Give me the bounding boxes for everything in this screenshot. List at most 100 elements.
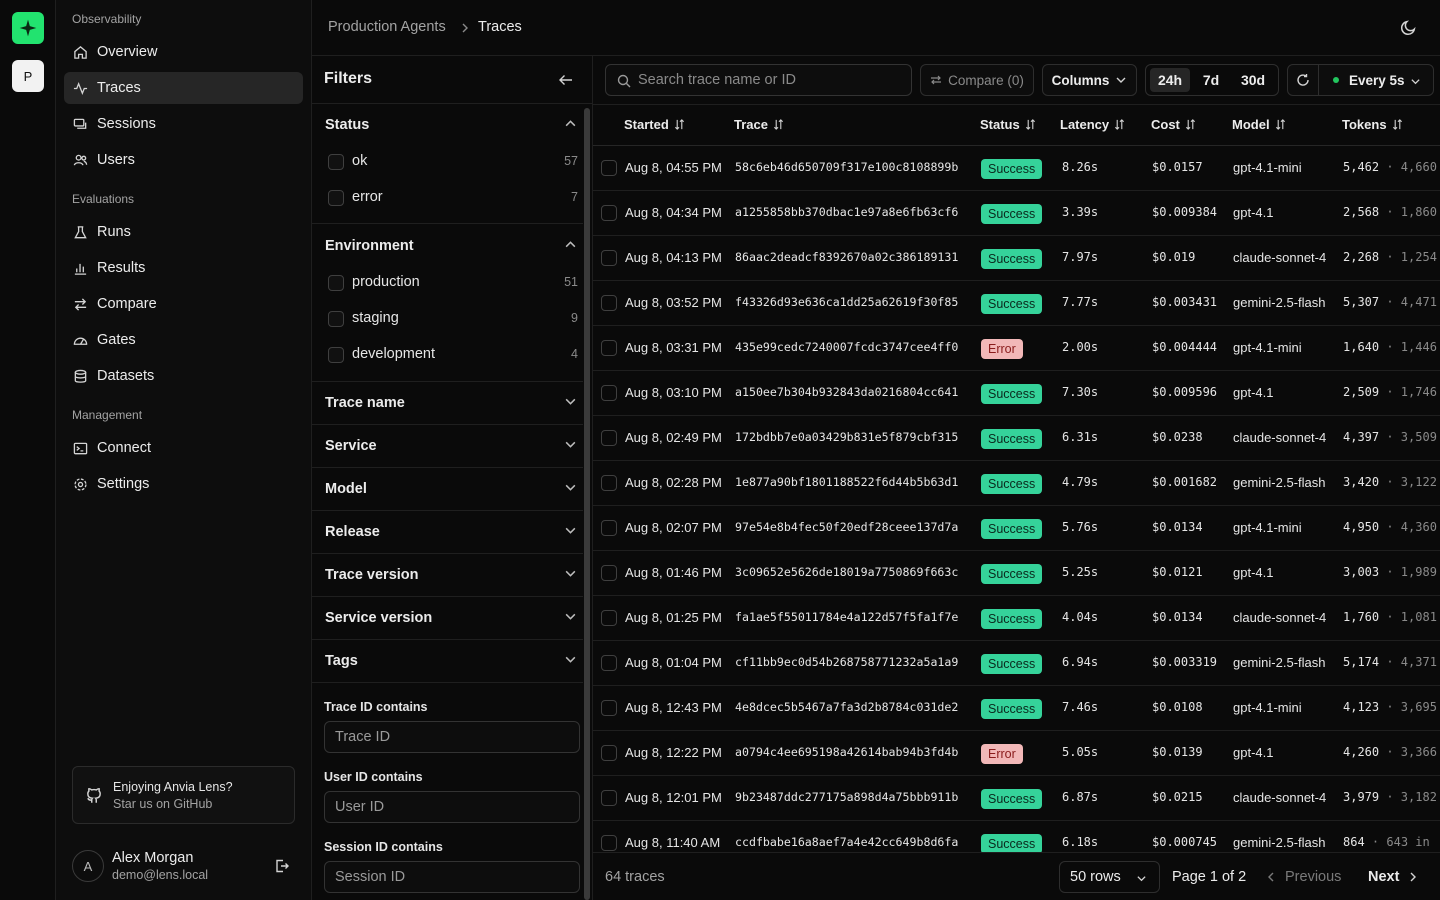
filter-group-model[interactable]: Model xyxy=(325,481,367,497)
chevron-down-icon[interactable] xyxy=(564,395,577,408)
table-row[interactable]: Aug 8, 01:46 PM 3c09652e5626de18019a77508… xyxy=(593,551,1440,596)
column-header-status[interactable]: Status xyxy=(980,117,1036,132)
row-checkbox[interactable] xyxy=(601,745,617,761)
sidebar-item-runs[interactable]: Runs xyxy=(64,216,303,248)
filter-option-production[interactable]: production 51 xyxy=(328,273,578,293)
search-input[interactable] xyxy=(638,65,908,95)
user-id-input[interactable] xyxy=(324,791,580,823)
filter-group-release[interactable]: Release xyxy=(325,524,380,540)
table-row[interactable]: Aug 8, 11:40 AM ccdfbabe16a8aef7a4e42cc64… xyxy=(593,821,1440,852)
filter-group-status[interactable]: Status xyxy=(325,117,369,133)
table-row[interactable]: Aug 8, 01:04 PM cf11bb9ec0d54b26875877123… xyxy=(593,641,1440,686)
table-row[interactable]: Aug 8, 02:07 PM 97e54e8b4fec50f20edf28cee… xyxy=(593,506,1440,551)
row-checkbox[interactable] xyxy=(601,250,617,266)
sidebar-item-results[interactable]: Results xyxy=(64,252,303,284)
cell-trace-id[interactable]: 3c09652e5626de18019a7750869f663c xyxy=(735,565,958,579)
cell-trace-id[interactable]: 97e54e8b4fec50f20edf28ceee137d7a xyxy=(735,520,958,534)
columns-button[interactable]: Columns xyxy=(1042,64,1137,96)
cell-trace-id[interactable]: 435e99cedc7240007fcdc3747cee4ff0 xyxy=(735,340,958,354)
filters-scrollbar[interactable] xyxy=(584,108,590,900)
cell-trace-id[interactable]: a1255858bb370dbac1e97a8e6fb63cf6 xyxy=(735,205,958,219)
chevron-down-icon[interactable] xyxy=(564,481,577,494)
breadcrumb-project[interactable]: Production Agents xyxy=(328,19,446,35)
sidebar-item-gates[interactable]: Gates xyxy=(64,324,303,356)
row-checkbox[interactable] xyxy=(601,835,617,851)
chevron-up-icon[interactable] xyxy=(564,117,577,130)
filter-group-tags[interactable]: Tags xyxy=(325,653,358,669)
app-logo[interactable] xyxy=(12,12,44,44)
moon-icon[interactable] xyxy=(1400,19,1417,36)
avatar[interactable]: A xyxy=(72,850,104,882)
table-row[interactable]: Aug 8, 02:28 PM 1e877a90bf1801188522f6d44… xyxy=(593,461,1440,506)
table-row[interactable]: Aug 8, 04:55 PM 58c6eb46d650709f317e100c8… xyxy=(593,146,1440,191)
row-checkbox[interactable] xyxy=(601,520,617,536)
checkbox[interactable] xyxy=(328,275,344,291)
cell-trace-id[interactable]: 9b23487ddc277175a898d4a75bbb911b xyxy=(735,790,958,804)
logout-icon[interactable] xyxy=(274,858,290,874)
filter-group-trace-version[interactable]: Trace version xyxy=(325,567,419,583)
chevron-down-icon[interactable] xyxy=(564,567,577,580)
refresh-interval-select[interactable]: Every 5s xyxy=(1318,64,1434,96)
sidebar-item-users[interactable]: Users xyxy=(64,144,303,176)
row-checkbox[interactable] xyxy=(601,610,617,626)
table-row[interactable]: Aug 8, 04:13 PM 86aac2deadcf8392670a02c38… xyxy=(593,236,1440,281)
row-checkbox[interactable] xyxy=(601,700,617,716)
table-row[interactable]: Aug 8, 12:01 PM 9b23487ddc277175a898d4a75… xyxy=(593,776,1440,821)
cell-trace-id[interactable]: f43326d93e636ca1dd25a62619f30f85 xyxy=(735,295,958,309)
chevron-down-icon[interactable] xyxy=(564,610,577,623)
search-box[interactable] xyxy=(605,64,912,96)
table-row[interactable]: Aug 8, 03:10 PM a150ee7b304b932843da02168… xyxy=(593,371,1440,416)
sidebar-item-settings[interactable]: Settings xyxy=(64,468,303,500)
range-7d[interactable]: 7d xyxy=(1194,68,1228,92)
cell-trace-id[interactable]: 1e877a90bf1801188522f6d44b5b63d1 xyxy=(735,475,958,489)
row-checkbox[interactable] xyxy=(601,475,617,491)
sidebar-item-overview[interactable]: Overview xyxy=(64,36,303,68)
checkbox[interactable] xyxy=(328,154,344,170)
cell-trace-id[interactable]: cf11bb9ec0d54b268758771232a5a1a9 xyxy=(735,655,958,669)
next-button[interactable]: Next xyxy=(1368,869,1419,885)
cell-trace-id[interactable]: 4e8dcec5b5467a7fa3d2b8784c031de2 xyxy=(735,700,958,714)
sidebar-item-sessions[interactable]: Sessions xyxy=(64,108,303,140)
sidebar-item-connect[interactable]: Connect xyxy=(64,432,303,464)
cell-trace-id[interactable]: a150ee7b304b932843da0216804cc641 xyxy=(735,385,958,399)
filter-group-environment[interactable]: Environment xyxy=(325,238,414,254)
table-row[interactable]: Aug 8, 12:43 PM 4e8dcec5b5467a7fa3d2b8784… xyxy=(593,686,1440,731)
row-checkbox[interactable] xyxy=(601,655,617,671)
filter-group-trace-name[interactable]: Trace name xyxy=(325,395,405,411)
rows-per-page-select[interactable]: 50 rows xyxy=(1059,861,1160,893)
range-30d[interactable]: 30d xyxy=(1232,68,1274,92)
cell-trace-id[interactable]: 58c6eb46d650709f317e100c8108899b xyxy=(735,160,958,174)
row-checkbox[interactable] xyxy=(601,430,617,446)
table-row[interactable]: Aug 8, 03:31 PM 435e99cedc7240007fcdc3747… xyxy=(593,326,1440,371)
chevron-down-icon[interactable] xyxy=(564,438,577,451)
cell-trace-id[interactable]: 86aac2deadcf8392670a02c386189131 xyxy=(735,250,958,264)
chevron-down-icon[interactable] xyxy=(564,524,577,537)
filter-option-ok[interactable]: ok 57 xyxy=(328,152,578,172)
trace-id-input[interactable] xyxy=(324,721,580,753)
project-switcher[interactable]: P xyxy=(12,60,44,92)
filter-group-service-version[interactable]: Service version xyxy=(325,610,432,626)
column-header-started[interactable]: Started xyxy=(624,117,685,132)
table-row[interactable]: Aug 8, 03:52 PM f43326d93e636ca1dd25a6261… xyxy=(593,281,1440,326)
row-checkbox[interactable] xyxy=(601,385,617,401)
table-row[interactable]: Aug 8, 12:22 PM a0794c4ee695198a42614bab9… xyxy=(593,731,1440,776)
cell-trace-id[interactable]: a0794c4ee695198a42614bab94b3fd4b xyxy=(735,745,958,759)
filter-group-service[interactable]: Service xyxy=(325,438,377,454)
chevron-down-icon[interactable] xyxy=(564,653,577,666)
column-header-cost[interactable]: Cost xyxy=(1151,117,1196,132)
row-checkbox[interactable] xyxy=(601,160,617,176)
filter-option-development[interactable]: development 4 xyxy=(328,345,578,365)
cell-trace-id[interactable]: 172bdbb7e0a03429b831e5f879cbf315 xyxy=(735,430,958,444)
table-row[interactable]: Aug 8, 01:25 PM fa1ae5f55011784e4a122d57f… xyxy=(593,596,1440,641)
table-row[interactable]: Aug 8, 02:49 PM 172bdbb7e0a03429b831e5f87… xyxy=(593,416,1440,461)
row-checkbox[interactable] xyxy=(601,295,617,311)
filter-option-staging[interactable]: staging 9 xyxy=(328,309,578,329)
table-row[interactable]: Aug 8, 04:34 PM a1255858bb370dbac1e97a8e6… xyxy=(593,191,1440,236)
checkbox[interactable] xyxy=(328,311,344,327)
refresh-button[interactable] xyxy=(1287,64,1319,96)
column-header-tokens[interactable]: Tokens xyxy=(1342,117,1403,132)
row-checkbox[interactable] xyxy=(601,565,617,581)
previous-button[interactable]: Previous xyxy=(1265,869,1341,885)
row-checkbox[interactable] xyxy=(601,790,617,806)
row-checkbox[interactable] xyxy=(601,340,617,356)
